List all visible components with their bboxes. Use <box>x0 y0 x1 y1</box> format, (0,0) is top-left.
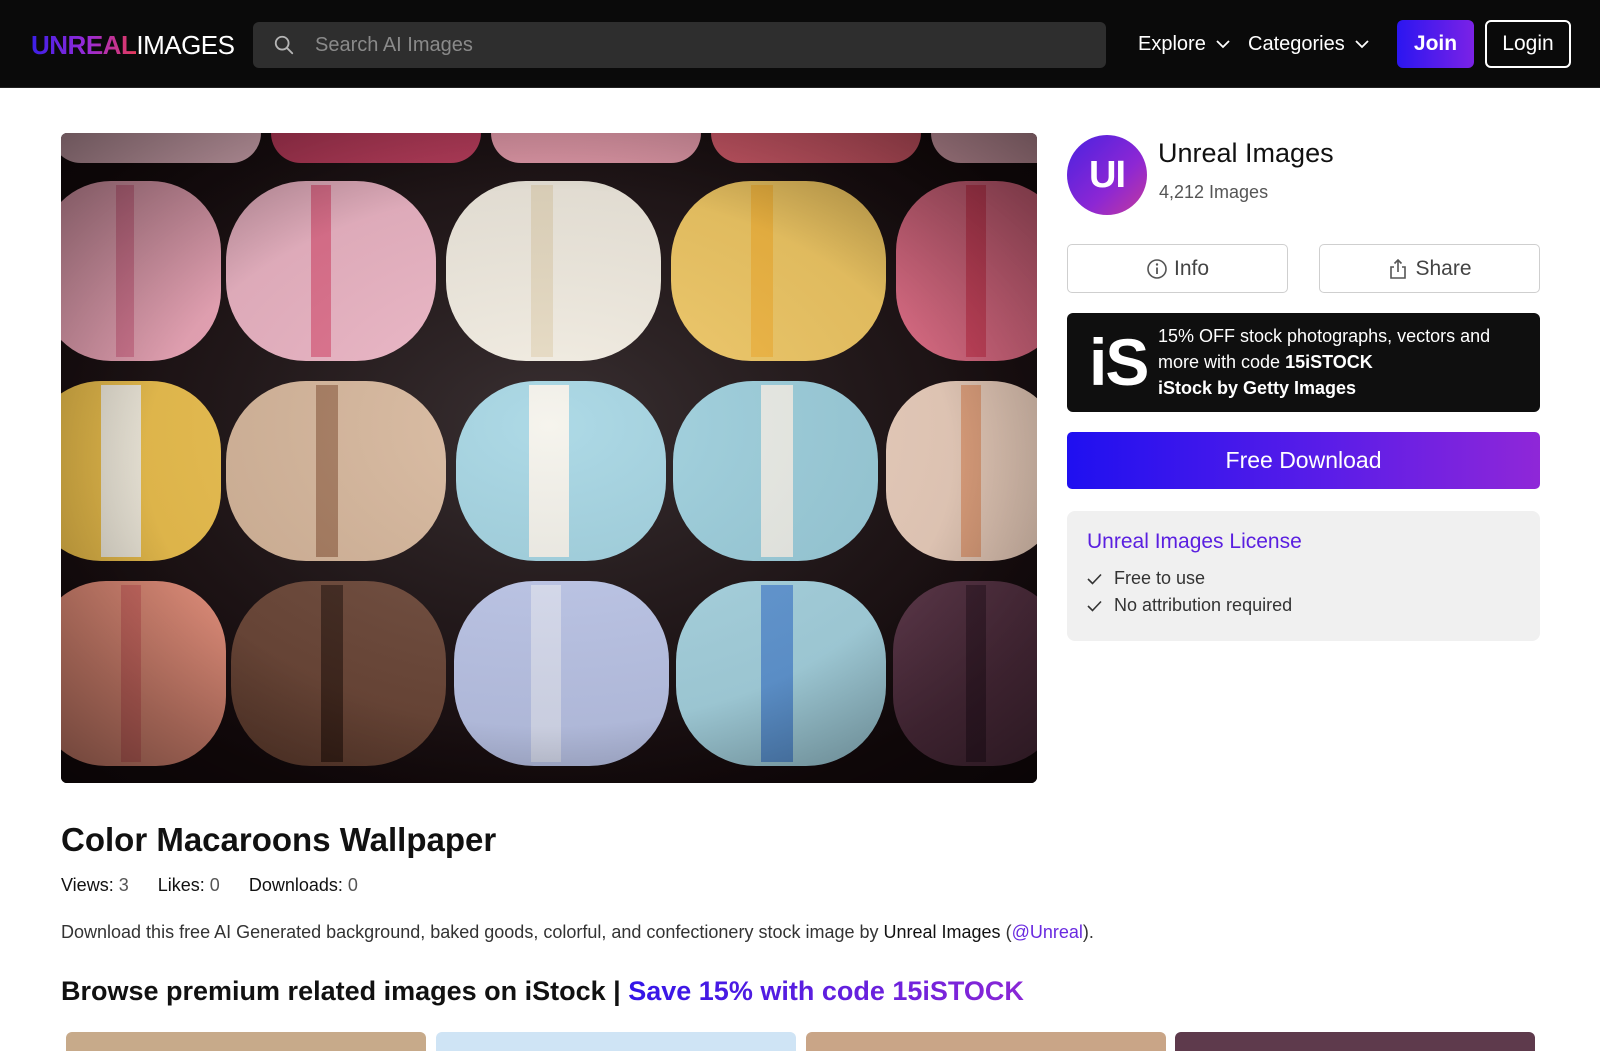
istock-promo-code: 15iSTOCK <box>1285 352 1373 372</box>
license-title-link[interactable]: Unreal Images License <box>1087 530 1302 554</box>
istock-brand: iStock by Getty Images <box>1158 378 1357 398</box>
nav-explore-menu[interactable]: Explore <box>1138 30 1230 58</box>
stat-views: Views: 3 <box>61 875 129 896</box>
istock-promo-banner[interactable]: iS 15% OFF stock photographs, vectors an… <box>1067 313 1540 412</box>
search-bar <box>253 22 1106 68</box>
image-title: Color Macaroons Wallpaper <box>61 821 497 858</box>
browse-istock-heading: Browse premium related images on iStock … <box>61 976 1024 1007</box>
stat-value: 0 <box>347 875 358 895</box>
browse-promo-link[interactable]: Save 15% with code 15iSTOCK <box>628 976 1024 1006</box>
search-icon[interactable] <box>273 34 295 56</box>
share-button-label: Share <box>1415 256 1472 280</box>
image-description: Download this free AI Generated backgrou… <box>61 922 1094 943</box>
author-name[interactable]: Unreal Images <box>1158 138 1334 169</box>
info-icon <box>1147 258 1167 279</box>
join-button[interactable]: Join <box>1397 20 1474 68</box>
chevron-down-icon <box>1355 39 1369 48</box>
search-input[interactable] <box>315 22 1085 68</box>
stat-likes: Likes: 0 <box>158 875 220 896</box>
license-item: No attribution required <box>1087 595 1292 616</box>
macarons-illustration <box>61 133 1037 783</box>
checkmark-icon <box>1087 573 1102 585</box>
nav-categories-menu[interactable]: Categories <box>1248 30 1369 58</box>
description-text: Download this free AI Generated backgrou… <box>61 922 884 942</box>
istock-promo-text: 15% OFF stock photographs, vectors and m… <box>1158 323 1528 401</box>
stat-label: Likes: <box>157 875 205 895</box>
license-box: Unreal Images License Free to use No att… <box>1067 511 1540 641</box>
stat-value: 3 <box>118 875 129 895</box>
image-stats: Views: 3 Likes: 0 Downloads: 0 <box>61 875 382 896</box>
login-button[interactable]: Login <box>1485 20 1571 68</box>
stat-label: Views: <box>61 875 114 895</box>
share-icon <box>1390 258 1407 279</box>
info-button-label: Info <box>1173 256 1210 280</box>
stat-downloads: Downloads: 0 <box>249 875 358 896</box>
stat-label: Downloads: <box>248 875 343 895</box>
description-paren-open: ( <box>1000 922 1012 942</box>
info-button[interactable]: Info <box>1067 244 1288 293</box>
checkmark-icon <box>1087 600 1102 612</box>
main-image-macarons[interactable] <box>61 133 1037 783</box>
top-navigation-bar: UNREALIMAGES Explore Categories Join Log… <box>0 0 1600 88</box>
chevron-down-icon <box>1216 39 1230 48</box>
license-item-label: No attribution required <box>1114 595 1293 615</box>
browse-heading-text: Browse premium related images on iStock … <box>61 976 629 1006</box>
related-image-thumbnail[interactable] <box>806 1032 1166 1051</box>
logo-images-text: IMAGES <box>136 30 235 60</box>
logo-unreal-text: UNREAL <box>31 30 137 60</box>
description-handle-link[interactable]: @Unreal <box>1012 922 1083 942</box>
license-item: Free to use <box>1087 568 1205 589</box>
site-logo[interactable]: UNREALIMAGES <box>31 30 235 60</box>
istock-logo: iS <box>1089 325 1149 399</box>
author-image-count: 4,212 Images <box>1159 182 1269 202</box>
nav-explore-label: Explore <box>1138 33 1206 55</box>
related-image-thumbnail[interactable] <box>1175 1032 1535 1051</box>
license-item-label: Free to use <box>1114 568 1206 588</box>
related-image-thumbnail[interactable] <box>66 1032 426 1051</box>
share-button[interactable]: Share <box>1319 244 1540 293</box>
nav-categories-label: Categories <box>1248 33 1345 55</box>
related-image-thumbnail[interactable] <box>436 1032 796 1051</box>
stat-value: 0 <box>209 875 220 895</box>
description-paren-close: ). <box>1082 922 1094 942</box>
description-author-link[interactable]: Unreal Images <box>884 922 1001 942</box>
author-avatar[interactable]: UI <box>1067 135 1147 215</box>
free-download-button[interactable]: Free Download <box>1067 432 1540 489</box>
